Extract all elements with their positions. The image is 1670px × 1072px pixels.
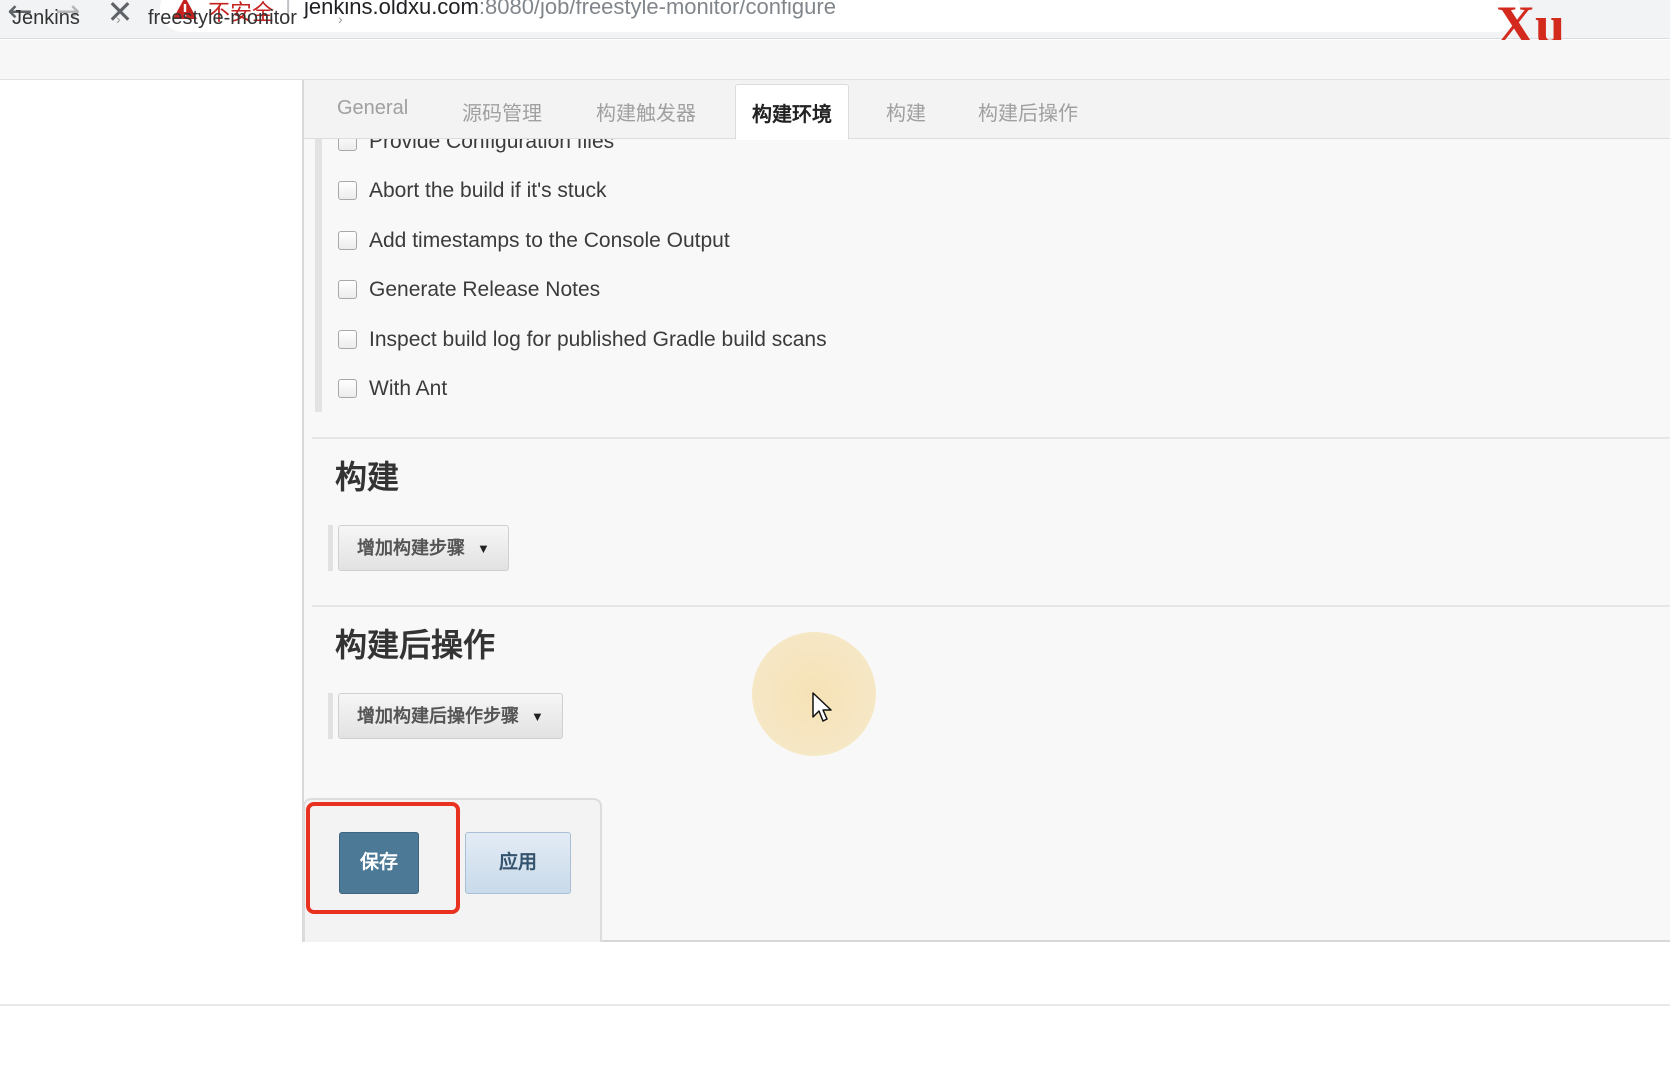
annotation-highlight-box xyxy=(306,802,460,914)
section-divider xyxy=(312,605,1670,607)
option-label: Abort the build if it's stuck xyxy=(369,179,607,202)
url-path: :8080/job/freestyle-monitor/configure xyxy=(478,0,836,19)
build-section-title: 构建 xyxy=(335,459,400,495)
breadcrumb-item-job[interactable]: freestyle-monitor xyxy=(148,7,297,30)
section-indent-bar xyxy=(328,525,333,571)
url-text[interactable]: jenkins.oldxu.com:8080/job/freestyle-mon… xyxy=(304,0,836,20)
chevron-right-icon[interactable]: › xyxy=(338,11,343,27)
tab-build-triggers[interactable]: 构建触发器 xyxy=(596,97,696,126)
option-label: Add timestamps to the Console Output xyxy=(369,229,730,252)
caret-down-icon: ▼ xyxy=(531,709,544,725)
checkbox[interactable] xyxy=(338,280,357,299)
checkbox[interactable] xyxy=(338,379,357,398)
post-build-section-title: 构建后操作 xyxy=(335,627,496,663)
tab-build-environment[interactable]: 构建环境 xyxy=(735,84,849,140)
option-label: With Ant xyxy=(369,377,448,400)
apply-button[interactable]: 应用 xyxy=(465,832,571,894)
section-divider xyxy=(312,437,1670,439)
option-label: Inspect build log for published Gradle b… xyxy=(369,328,827,351)
checkbox[interactable] xyxy=(338,231,357,250)
url-host: jenkins.oldxu.com xyxy=(304,0,479,19)
add-build-step-label: 增加构建步骤 xyxy=(357,538,465,558)
section-indent-bar xyxy=(315,139,322,412)
tab-source-code[interactable]: 源码管理 xyxy=(462,97,542,126)
caret-down-icon: ▼ xyxy=(477,541,490,557)
checkbox[interactable] xyxy=(338,181,357,200)
section-indent-bar xyxy=(328,693,333,739)
checkbox[interactable] xyxy=(338,330,357,349)
breadcrumb xyxy=(0,40,1670,80)
add-build-step-button[interactable]: 增加构建步骤 ▼ xyxy=(338,525,509,571)
add-post-build-step-label: 增加构建后操作步骤 xyxy=(357,706,519,726)
chevron-right-icon[interactable]: › xyxy=(116,11,121,27)
tab-build[interactable]: 构建 xyxy=(886,97,926,126)
tab-post-build[interactable]: 构建后操作 xyxy=(978,97,1078,126)
add-post-build-step-button[interactable]: 增加构建后操作步骤 ▼ xyxy=(338,693,563,739)
breadcrumb-item-jenkins[interactable]: Jenkins xyxy=(12,7,80,30)
tab-general[interactable]: General xyxy=(337,97,408,120)
page-bottom-divider xyxy=(0,1004,1670,1006)
mouse-pointer-icon xyxy=(812,692,832,722)
option-label: Generate Release Notes xyxy=(369,278,601,301)
